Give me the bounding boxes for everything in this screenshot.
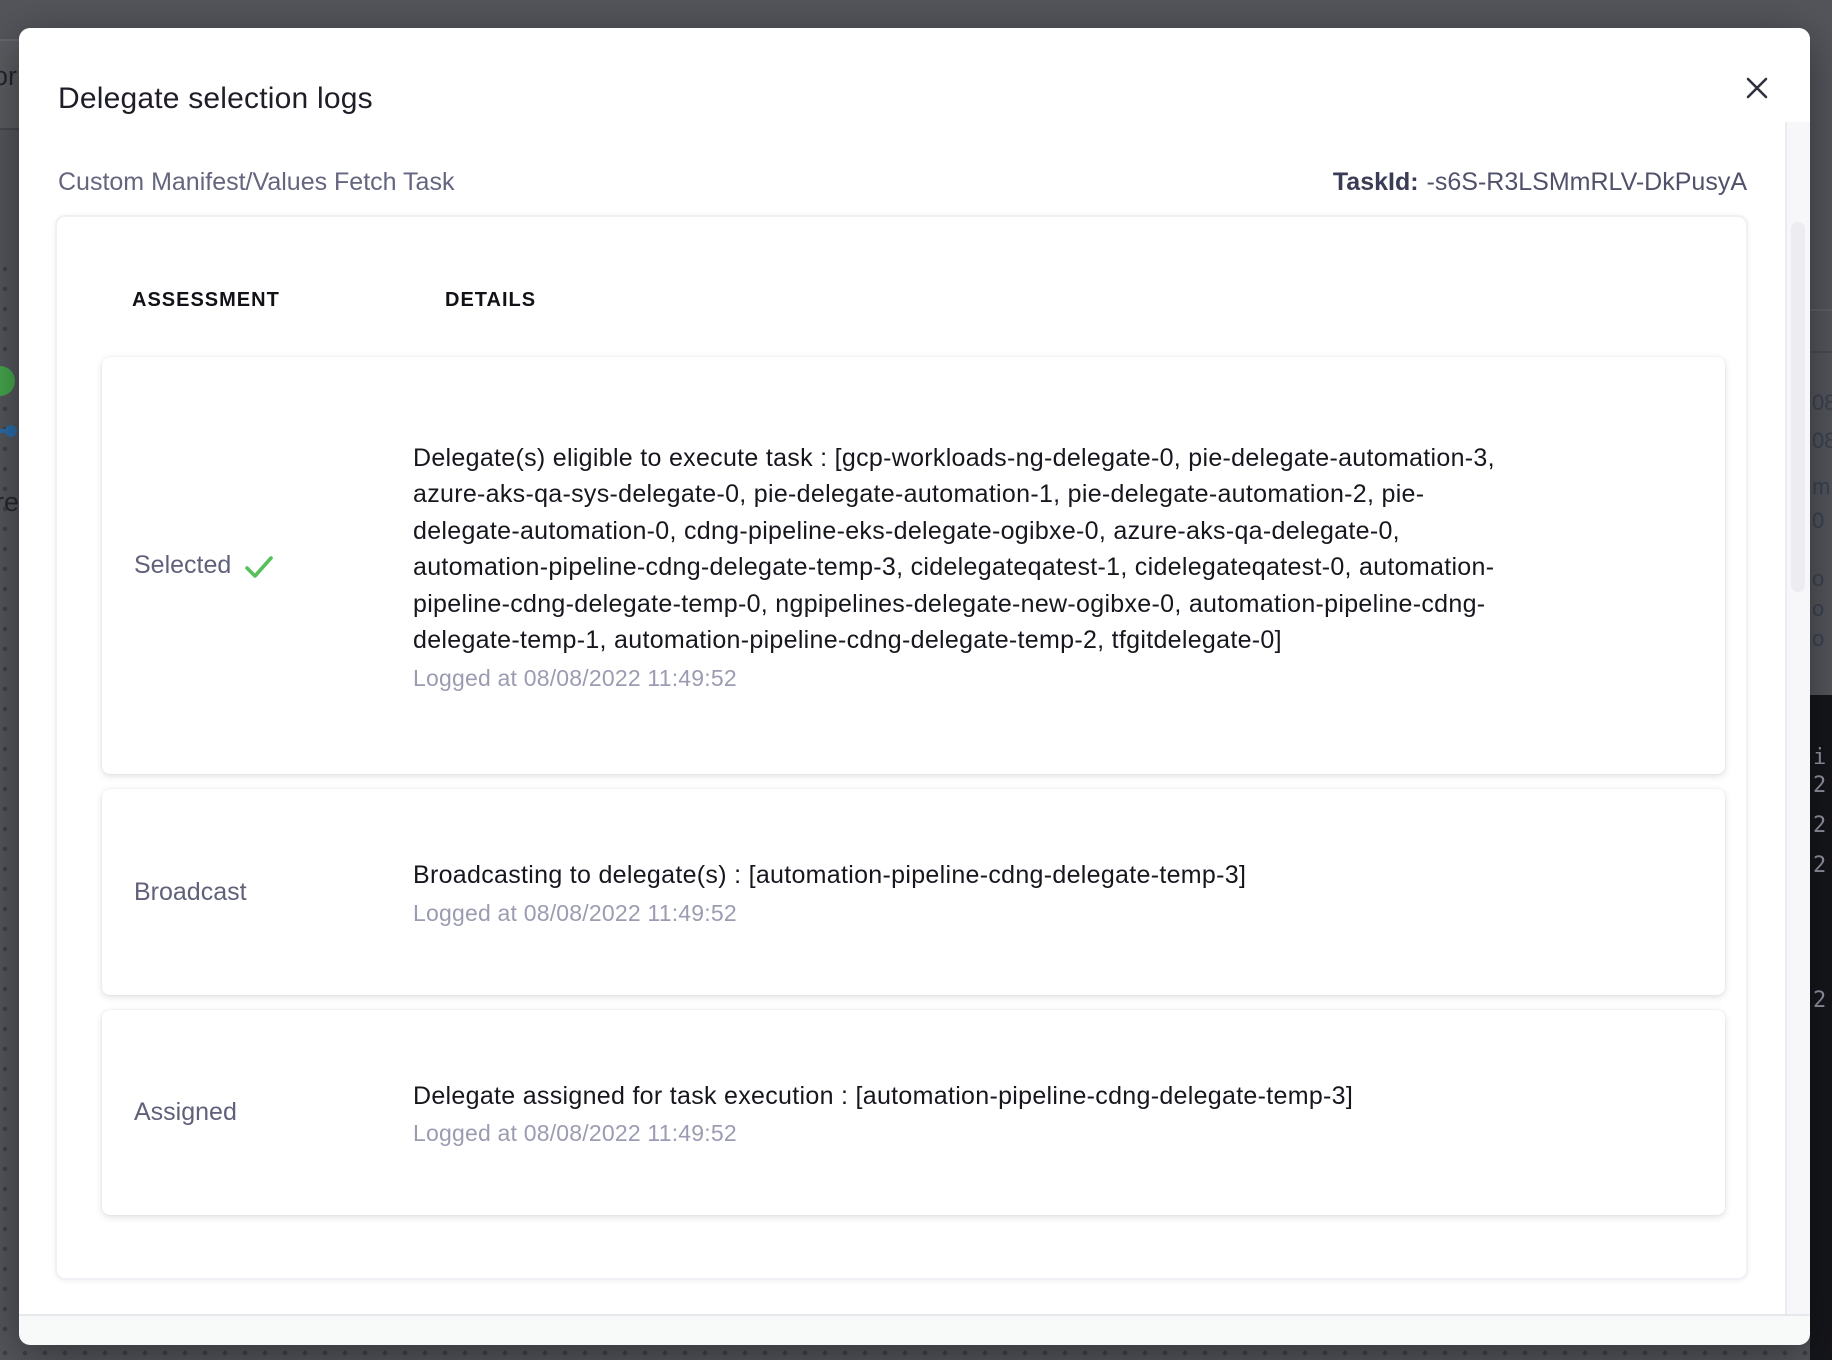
- task-name: Custom Manifest/Values Fetch Task: [58, 168, 454, 197]
- pipeline-connector-dot: [5, 425, 17, 437]
- console-text-fragment: 2: [1813, 813, 1826, 838]
- background-text-fragment: o: [1812, 626, 1824, 652]
- assessment-label: Broadcast: [134, 878, 247, 907]
- logged-timestamp: Logged at 08/08/2022 11:49:52: [413, 900, 1725, 927]
- background-text-fragment: o: [1812, 566, 1824, 592]
- assessment-cell: Assigned: [102, 1098, 413, 1127]
- table-row-assigned: Assigned Delegate assigned for task exec…: [102, 1010, 1725, 1215]
- page-title: Delegate selection logs: [58, 82, 373, 116]
- modal-footer: [19, 1314, 1810, 1345]
- details-text: Broadcasting to delegate(s) : [automatio…: [413, 857, 1513, 894]
- background-right-strip: 08 08 m 0 o o o i 2 2 2 2: [1810, 0, 1832, 1360]
- column-header-assessment: ASSESSMENT: [132, 289, 280, 312]
- assessment-label: Assigned: [134, 1098, 237, 1127]
- table-row-selected: Selected Delegate(s) eligible to execute…: [102, 357, 1725, 774]
- task-id: TaskId: -s6S-R3LSMmRLV-DkPusyA: [1333, 168, 1747, 197]
- details-text: Delegate assigned for task execution : […: [413, 1078, 1513, 1115]
- task-id-value: -s6S-R3LSMmRLV-DkPusyA: [1427, 168, 1747, 196]
- background-text-fragment: re: [0, 487, 19, 518]
- background-text-fragment: or: [0, 61, 17, 92]
- assessment-cell: Broadcast: [102, 878, 413, 907]
- task-id-label: TaskId:: [1333, 168, 1419, 196]
- details-cell: Broadcasting to delegate(s) : [automatio…: [413, 857, 1725, 927]
- background-text-fragment: m: [1812, 474, 1830, 500]
- table-row-broadcast: Broadcast Broadcasting to delegate(s) : …: [102, 789, 1725, 995]
- close-icon: [1742, 73, 1772, 103]
- background-divider-line: [0, 128, 19, 130]
- console-text-fragment: 2: [1813, 988, 1826, 1013]
- close-button[interactable]: [1735, 66, 1779, 110]
- background-text-fragment: 0: [1812, 508, 1824, 534]
- column-header-details: DETAILS: [445, 289, 536, 312]
- logged-timestamp: Logged at 08/08/2022 11:49:52: [413, 665, 1725, 692]
- console-text-fragment: i: [1813, 745, 1826, 770]
- logged-timestamp: Logged at 08/08/2022 11:49:52: [413, 1120, 1725, 1147]
- console-text-fragment: 2: [1813, 853, 1826, 878]
- details-cell: Delegate assigned for task execution : […: [413, 1078, 1725, 1148]
- background-text-fragment: 08: [1812, 390, 1832, 416]
- scrollbar-thumb[interactable]: [1791, 222, 1805, 592]
- assessment-label: Selected: [134, 551, 231, 580]
- background-divider-line: [1810, 351, 1832, 353]
- background-text-fragment: 08: [1812, 428, 1832, 454]
- background-divider-line: [1810, 309, 1832, 311]
- details-cell: Delegate(s) eligible to execute task : […: [413, 440, 1725, 692]
- pipeline-canvas-dots: [0, 1345, 1832, 1360]
- background-header-strip: or: [0, 41, 19, 128]
- check-icon: [243, 551, 275, 581]
- assessment-cell: Selected: [102, 551, 413, 581]
- delegate-selection-logs-modal: Delegate selection logs Custom Manifest/…: [19, 28, 1810, 1343]
- details-text: Delegate(s) eligible to execute task : […: [413, 440, 1513, 659]
- background-text-fragment: o: [1812, 596, 1824, 622]
- logs-table-card: ASSESSMENT DETAILS Selected Delegate(s) …: [55, 215, 1748, 1280]
- console-text-fragment: 2: [1813, 773, 1826, 798]
- scrollbar-track[interactable]: [1785, 122, 1810, 1315]
